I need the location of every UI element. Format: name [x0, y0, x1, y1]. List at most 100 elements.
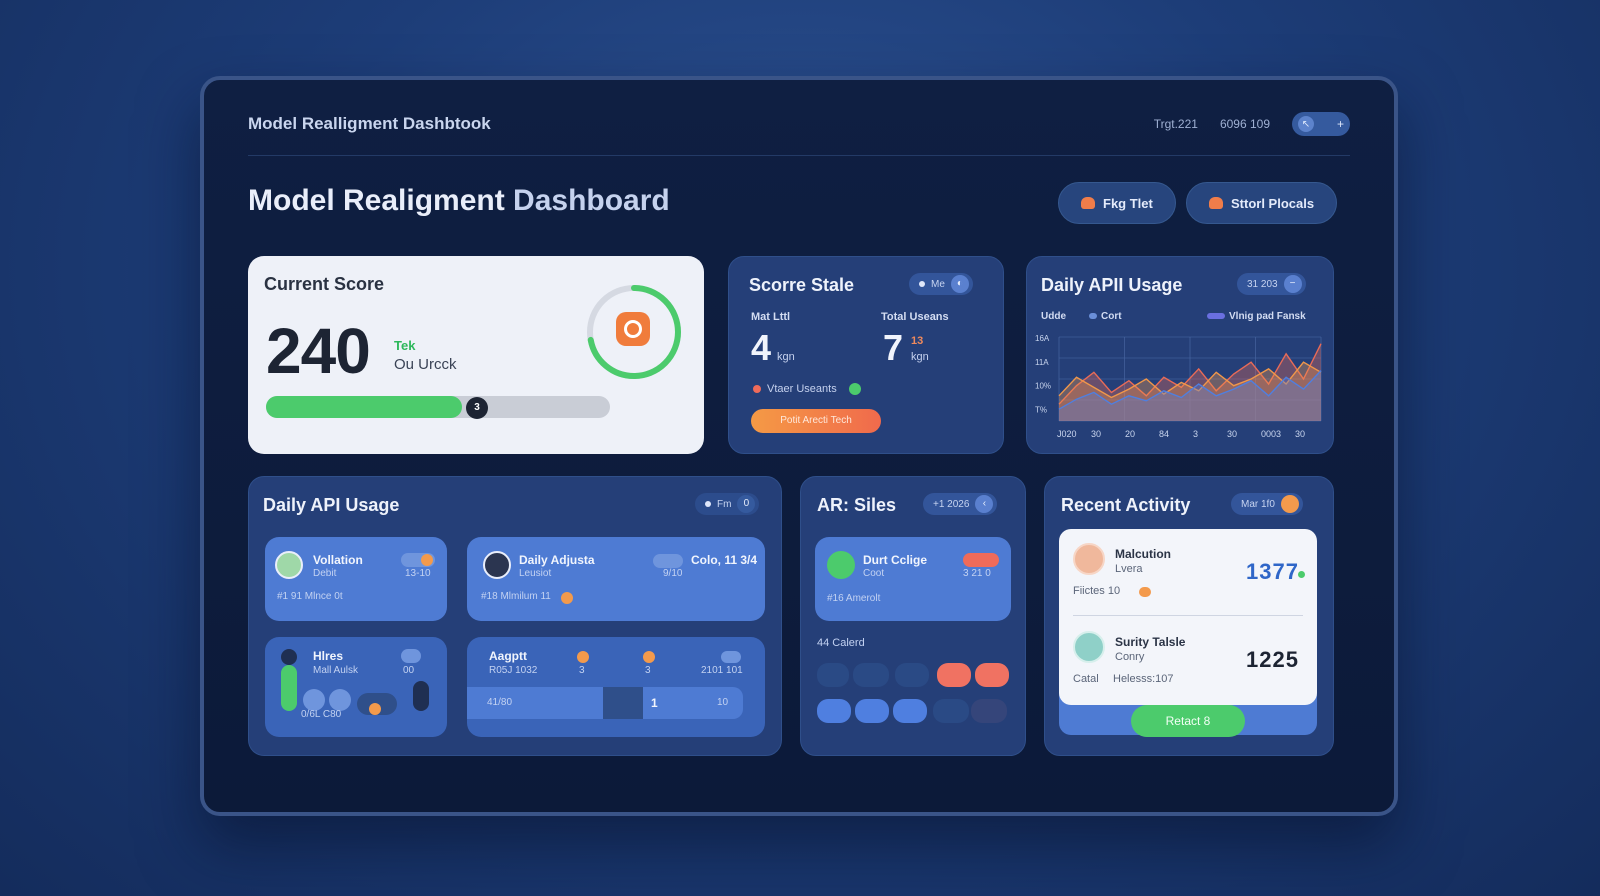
- api-tile[interactable]: Vollation Debit 13-10 #1 91 Mlnce 0t: [265, 537, 447, 621]
- status-dot-icon: [577, 651, 589, 663]
- slot-blob: [933, 699, 969, 723]
- activity-value: 1377: [1246, 559, 1299, 584]
- score-stale-card: Scorre Stale Me ◐ Mat Lttl 4 kgn Total U…: [728, 256, 1004, 454]
- ar-date-pill[interactable]: +1 2026 ‹: [923, 493, 998, 515]
- status-dot-icon: [643, 651, 655, 663]
- header-button-1[interactable]: Fkg Tlet: [1058, 182, 1176, 224]
- tile-title: Daily Adjusta: [519, 553, 595, 567]
- flame-icon: [1209, 197, 1223, 209]
- card-title: Current Score: [264, 274, 385, 294]
- x-tick-label: 84: [1159, 429, 1169, 439]
- stale-action-button[interactable]: Potit Arecti Tech: [751, 409, 881, 433]
- top-meta-1: Trgt.221: [1153, 117, 1198, 131]
- theme-toggle[interactable]: ↖ +: [1292, 112, 1350, 136]
- status-pill: [963, 553, 999, 567]
- activity-name: Surity Talsle: [1115, 635, 1186, 649]
- x-tick-label: J020: [1057, 429, 1077, 439]
- metric-value: 7: [883, 327, 904, 368]
- top-meta: Trgt.221 6096 109 ↖ +: [1154, 112, 1350, 136]
- toggle-pill[interactable]: [721, 651, 741, 663]
- api-usage-chart: 16A 11A 10% T% J020 30 20 84 3 30 0003 30: [1035, 334, 1322, 439]
- metric-label: Total Useans: [881, 311, 949, 323]
- card-title: Daily API Usage: [263, 495, 400, 515]
- tile-value: 3: [579, 665, 585, 676]
- api-tile[interactable]: Daily Adjusta Leusiot #18 Mlmilum 11 Col…: [467, 537, 765, 621]
- tile-meta: #18 Mlmilum 11: [481, 591, 551, 602]
- tile-title: Hlres: [313, 649, 344, 663]
- activity-meta: Fiictes 10: [1073, 585, 1121, 597]
- dashboard-window: Model Realligment Dashbtook Trgt.221 609…: [200, 76, 1398, 816]
- tile-value: 2101 101: [701, 665, 743, 676]
- avatar: [275, 551, 303, 579]
- tile-meta: 0/6L C80: [301, 709, 342, 720]
- x-tick-label: 0003: [1261, 429, 1281, 439]
- slot-blob: [937, 663, 971, 687]
- ar-siles-card: AR: Siles +1 2026 ‹ Durt Cclige Coot 3 2…: [800, 476, 1026, 756]
- score-value: 240: [266, 315, 371, 387]
- tile-right-label: Colo, 11 3/4: [691, 553, 758, 567]
- plus-icon: +: [1336, 117, 1344, 131]
- score-subtitle: Ou Urcck: [394, 356, 457, 373]
- tile-subtitle: R05J 1032: [489, 665, 538, 676]
- activity-value: 1225: [1246, 647, 1299, 672]
- api-tile[interactable]: Aagptt R05J 1032 3 3 2101 101 41/80 1 10: [467, 637, 765, 737]
- status-dot-icon: [421, 554, 433, 566]
- level-bar: [281, 665, 297, 711]
- heart-icon: [753, 385, 761, 393]
- shape-blob: [329, 689, 351, 711]
- status-dot-icon: [369, 703, 381, 715]
- pointer-icon: ↖: [1298, 116, 1314, 132]
- tile-subtitle: Mall Aulsk: [313, 665, 359, 676]
- refresh-button[interactable]: Retact 8: [1131, 705, 1245, 737]
- stale-filter-pill[interactable]: Me ◐: [909, 273, 973, 295]
- tile-right-value: 13-10: [405, 568, 431, 579]
- x-tick-label: 30: [1091, 429, 1101, 439]
- page-title: Model Realigment Dashboard: [248, 184, 670, 217]
- slot-blob: [817, 699, 851, 723]
- api-filter-pill[interactable]: Fm 0: [695, 493, 760, 515]
- ar-tile[interactable]: Durt Cclige Coot 3 21 0 #16 Amerolt: [815, 537, 1011, 621]
- tile-meta: #16 Amerolt: [827, 593, 881, 604]
- tile-subtitle: Coot: [863, 568, 885, 579]
- activity-name: Malcution: [1115, 547, 1171, 561]
- shape-blob: [413, 681, 429, 711]
- status-dot-icon: [1139, 587, 1151, 597]
- score-tag: Tek: [394, 338, 416, 353]
- tile-meta: #1 91 Mlnce 0t: [277, 591, 343, 602]
- metric-unit: kgn: [911, 351, 929, 363]
- metric-superscript: 13: [911, 335, 924, 347]
- score-progress-fill: [266, 396, 462, 418]
- top-bar: Model Realligment Dashbtook Trgt.221 609…: [248, 110, 1350, 156]
- tile-title: Aagptt: [489, 649, 527, 663]
- toggle-pill[interactable]: [401, 649, 421, 663]
- slot-blob: [975, 663, 1009, 687]
- y-tick-label: 11A: [1035, 358, 1049, 367]
- card-title: Recent Activity: [1061, 495, 1191, 515]
- header-button-2[interactable]: Sttorl Plocals: [1186, 182, 1338, 224]
- tile-title: Vollation: [313, 553, 363, 567]
- y-tick-label: T%: [1035, 405, 1047, 414]
- toggle-pill[interactable]: [653, 554, 683, 568]
- moon-icon: ◐: [950, 275, 969, 293]
- app-title: Model Realligment Dashbtook: [248, 114, 491, 133]
- activity-list: Malcution Lvera Fiictes 10 1377 Surity T…: [1059, 529, 1317, 705]
- x-tick-label: 20: [1125, 429, 1135, 439]
- metric-value: 4: [751, 327, 772, 368]
- metric-label: Mat Lttl: [751, 311, 791, 323]
- activity-meta: Catal: [1073, 673, 1099, 685]
- tile-subtitle: Debit: [313, 568, 337, 579]
- avatar: [1073, 631, 1105, 663]
- tile-right-value: 00: [403, 665, 415, 676]
- tile-right-sub: 9/10: [663, 568, 683, 579]
- api-tile[interactable]: Hlres Mall Aulsk 00 0/6L C80: [265, 637, 447, 737]
- slot-blob: [855, 699, 889, 723]
- x-tick-label: 30: [1227, 429, 1237, 439]
- y-tick-label: 16A: [1035, 334, 1050, 343]
- recent-activity-card: Recent Activity Mar 1f0 Malcution Lvera …: [1044, 476, 1334, 756]
- x-tick-label: 30: [1295, 429, 1305, 439]
- daily-api-usage-chart-card: Daily APII Usage 31 203 − Udde Cort Vlni…: [1026, 256, 1334, 454]
- activity-date-pill[interactable]: Mar 1f0: [1231, 493, 1303, 515]
- camera-icon: [616, 312, 650, 346]
- card-title: AR: Siles: [817, 495, 897, 515]
- slot-blob: [895, 663, 929, 687]
